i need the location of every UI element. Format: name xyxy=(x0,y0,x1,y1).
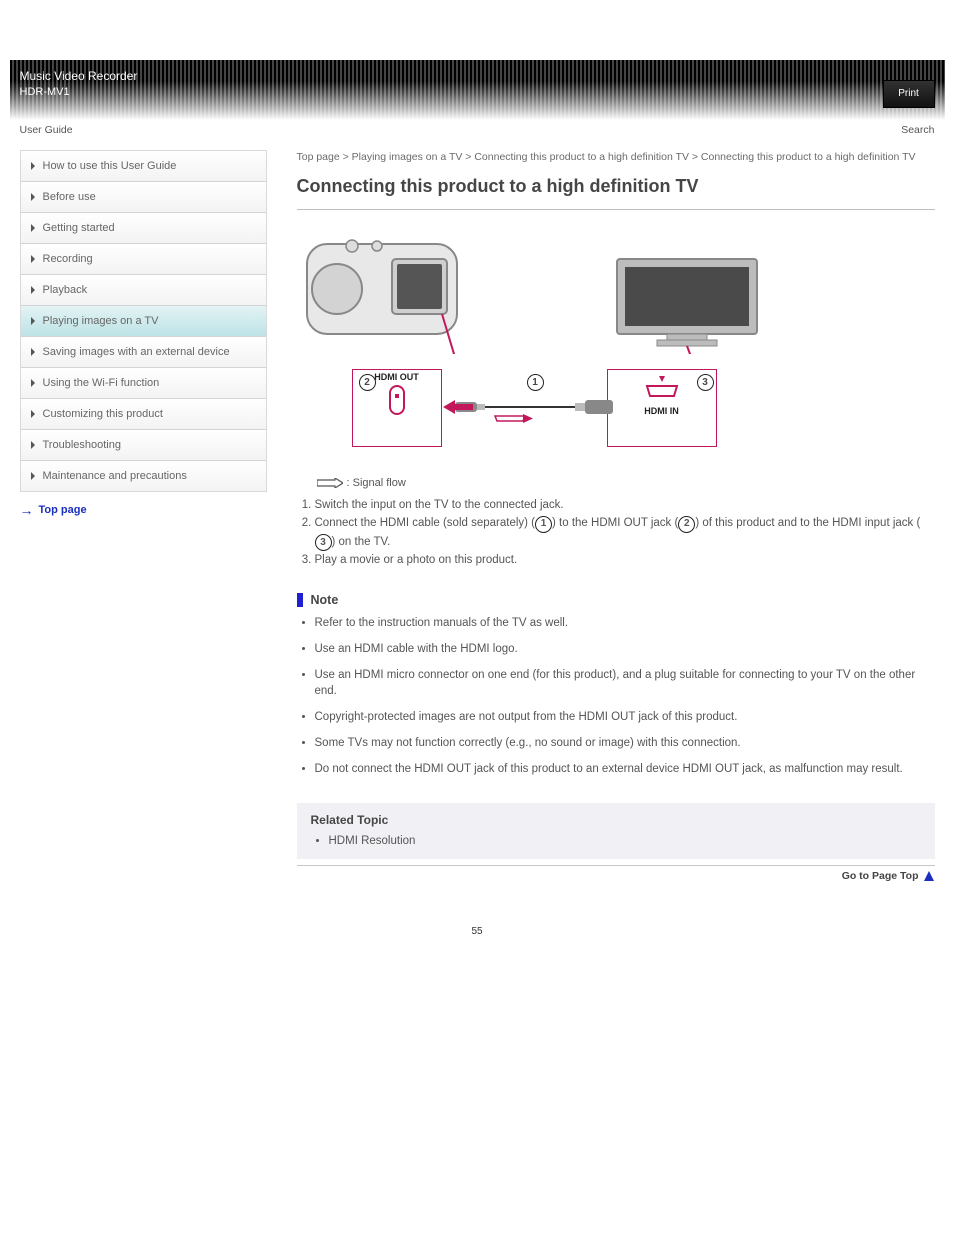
top-page-label: Top page xyxy=(39,504,87,516)
related-topic-box: Related Topic HDMI Resolution xyxy=(297,803,935,859)
go-to-top-label: Go to Page Top xyxy=(842,870,919,882)
camcorder-icon xyxy=(297,224,472,354)
sidebar-item-troubleshooting[interactable]: Troubleshooting xyxy=(21,430,266,461)
sidebar-item-customizing[interactable]: Customizing this product xyxy=(21,399,266,430)
connection-diagram: HDMI OUT HDMI IN xyxy=(297,224,757,484)
page-title: Connecting this product to a high defini… xyxy=(297,176,935,197)
search-link[interactable]: Search xyxy=(901,124,934,136)
top-page-link[interactable]: → Top page xyxy=(20,502,267,518)
signal-flow-label: : Signal flow xyxy=(347,477,406,489)
circled-2-diagram: 2 xyxy=(359,374,376,391)
step-2: Connect the HDMI cable (sold separately)… xyxy=(315,514,935,551)
sidebar-item-playing-tv[interactable]: Playing images on a TV xyxy=(21,306,266,337)
note-item: Refer to the instruction manuals of the … xyxy=(315,615,935,631)
go-to-top-link[interactable]: Go to Page Top xyxy=(297,865,935,882)
title-separator xyxy=(297,209,935,210)
sidebar-item-before-use[interactable]: Before use xyxy=(21,182,266,213)
sidebar-item-getting-started[interactable]: Getting started xyxy=(21,213,266,244)
sidebar-item-playback[interactable]: Playback xyxy=(21,275,266,306)
sidebar: How to use this User Guide Before use Ge… xyxy=(20,150,267,492)
step-3: Play a movie or a photo on this product. xyxy=(315,551,935,569)
header-fade xyxy=(10,60,945,120)
breadcrumb: Top page > Playing images on a TV > Conn… xyxy=(297,150,935,164)
header-strip: Music Video Recorder HDR-MV1 Print xyxy=(10,60,945,120)
header-titles: Music Video Recorder HDR-MV1 xyxy=(20,68,138,100)
triangle-up-icon xyxy=(923,870,935,882)
note-item: Do not connect the HDMI OUT jack of this… xyxy=(315,761,935,777)
circled-1-diagram: 1 xyxy=(527,374,544,391)
cable-to-port-arrow xyxy=(443,397,473,417)
sidebar-item-how-to-use[interactable]: How to use this User Guide xyxy=(21,151,266,182)
header-subtitle: HDR-MV1 xyxy=(20,84,138,100)
user-guide-link[interactable]: User Guide xyxy=(20,124,73,136)
signal-flow-legend: : Signal flow xyxy=(317,477,406,489)
note-item: Use an HDMI micro connector on one end (… xyxy=(315,667,935,699)
note-heading: Note xyxy=(297,593,935,607)
related-item[interactable]: HDMI Resolution xyxy=(329,833,921,849)
note-item: Use an HDMI cable with the HDMI logo. xyxy=(315,641,935,657)
print-button[interactable]: Print xyxy=(883,80,935,108)
inline-circled-2: 2 xyxy=(678,516,695,533)
sidebar-item-wifi[interactable]: Using the Wi-Fi function xyxy=(21,368,266,399)
related-item-label: HDMI Resolution xyxy=(329,835,416,847)
note-list: Refer to the instruction manuals of the … xyxy=(315,615,935,777)
signal-flow-arrow-icon xyxy=(317,478,343,488)
header-title: Music Video Recorder xyxy=(20,68,138,84)
hdmi-in-port-icon xyxy=(642,374,682,404)
page-number: 55 xyxy=(10,926,945,937)
sidebar-item-maintenance[interactable]: Maintenance and precautions xyxy=(21,461,266,491)
sidebar-item-recording[interactable]: Recording xyxy=(21,244,266,275)
inline-circled-1: 1 xyxy=(535,516,552,533)
related-heading: Related Topic xyxy=(311,813,921,827)
circled-3-diagram: 3 xyxy=(697,374,714,391)
steps-list: Switch the input on the TV to the connec… xyxy=(315,496,935,569)
note-item: Some TVs may not function correctly (e.g… xyxy=(315,735,935,751)
note-item: Copyright-protected images are not outpu… xyxy=(315,709,935,725)
sidebar-item-saving-external[interactable]: Saving images with an external device xyxy=(21,337,266,368)
hdmi-cable-icon xyxy=(455,394,615,424)
tv-icon xyxy=(607,254,767,354)
top-links: User Guide Search xyxy=(10,120,945,136)
inline-circled-3: 3 xyxy=(315,534,332,551)
step-1: Switch the input on the TV to the connec… xyxy=(315,496,935,514)
hdmi-out-port-icon xyxy=(382,384,412,424)
arrow-right-icon: → xyxy=(20,502,34,518)
hdmi-in-label: HDMI IN xyxy=(608,406,716,416)
